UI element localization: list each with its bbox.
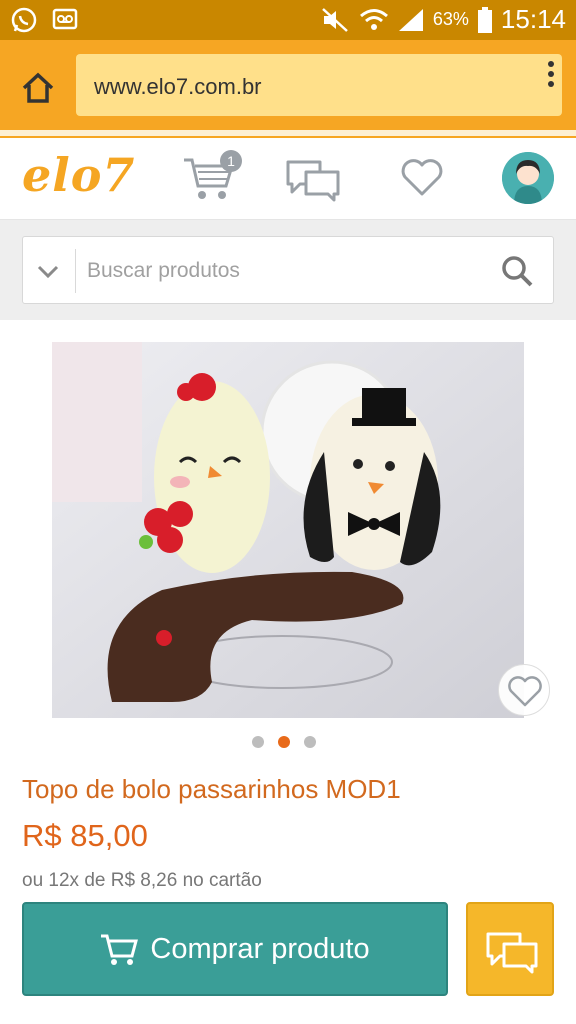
status-bar: 63% 15:14 <box>0 0 576 40</box>
carousel-dot[interactable] <box>304 736 316 748</box>
cart-icon <box>101 934 139 965</box>
voicemail-icon <box>52 8 78 30</box>
signal-icon <box>398 8 423 31</box>
image-carousel-dots <box>252 736 316 748</box>
url-text: www.elo7.com.br <box>94 74 262 99</box>
product-title: Topo de bolo passarinhos MOD1 <box>22 774 401 804</box>
app-header: elo7 1 <box>0 138 576 220</box>
elo7-logo[interactable]: elo7 <box>22 148 135 202</box>
chevron-down-icon[interactable] <box>35 259 61 283</box>
search-icon[interactable] <box>499 253 535 289</box>
battery-percent: 63% <box>432 9 469 29</box>
heart-outline-icon <box>508 676 542 707</box>
browser-toolbar: www.elo7.com.br <box>0 40 576 130</box>
wifi-icon <box>359 8 388 30</box>
carousel-dot-active[interactable] <box>278 736 290 748</box>
search-box <box>22 236 554 304</box>
home-icon[interactable] <box>20 70 56 106</box>
carousel-dot[interactable] <box>252 736 264 748</box>
search-section <box>0 220 576 320</box>
avatar-image <box>502 152 554 204</box>
buy-button-label: Comprar produto <box>150 932 370 965</box>
more-vert-icon[interactable] <box>536 50 566 98</box>
cart-count-badge: 1 <box>220 150 242 172</box>
messages-icon[interactable] <box>286 158 340 202</box>
cake-topper-photo <box>52 342 524 718</box>
chat-icon <box>486 932 538 974</box>
mute-icon <box>322 7 348 32</box>
user-avatar[interactable] <box>502 152 554 204</box>
product-price: R$ 85,00 <box>22 818 148 853</box>
search-divider <box>75 249 76 293</box>
clock: 15:14 <box>500 4 566 34</box>
installments-text: ou 12x de R$ 8,26 no cartão <box>22 870 262 891</box>
search-input[interactable] <box>87 255 477 287</box>
whatsapp-icon <box>11 7 37 33</box>
product-image[interactable] <box>52 342 524 718</box>
heart-icon[interactable] <box>400 158 444 198</box>
favorite-button[interactable] <box>498 664 550 716</box>
address-bar[interactable]: www.elo7.com.br <box>76 54 562 116</box>
toolbar-divider <box>0 130 576 138</box>
battery-icon <box>477 6 492 33</box>
buy-button[interactable]: Comprar produto <box>22 902 448 996</box>
contact-seller-button[interactable] <box>466 902 554 996</box>
